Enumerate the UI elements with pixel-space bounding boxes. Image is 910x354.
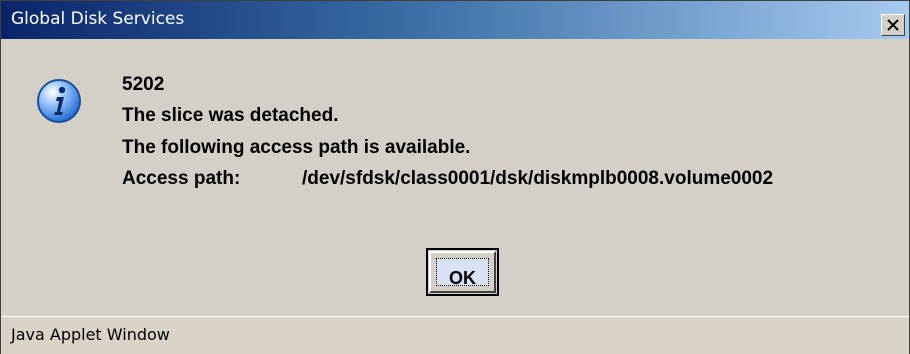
title-bar[interactable]: Global Disk Services [1, 1, 909, 39]
close-icon [887, 19, 899, 31]
info-icon [35, 77, 83, 125]
status-text: Java Applet Window [11, 325, 170, 344]
window-title: Global Disk Services [11, 9, 185, 29]
access-path-value: /dev/sfdsk/class0001/dsk/diskmplb0008.vo… [302, 168, 774, 189]
status-bar: Java Applet Window [1, 316, 909, 354]
message-code: 5202 [122, 74, 165, 95]
message-line-access-available: The following access path is available. [122, 137, 471, 158]
ok-button-bevel: OK [429, 251, 496, 293]
message-dialog: Global Disk Services 5202 The slice was … [0, 0, 910, 354]
close-button[interactable] [881, 14, 905, 36]
message-line-detached: The slice was detached. [122, 105, 339, 126]
ok-button[interactable]: OK [426, 248, 499, 296]
ok-button-focus: OK [436, 258, 489, 288]
access-path-label: Access path: [122, 168, 241, 189]
ok-button-label: OK [449, 268, 476, 288]
